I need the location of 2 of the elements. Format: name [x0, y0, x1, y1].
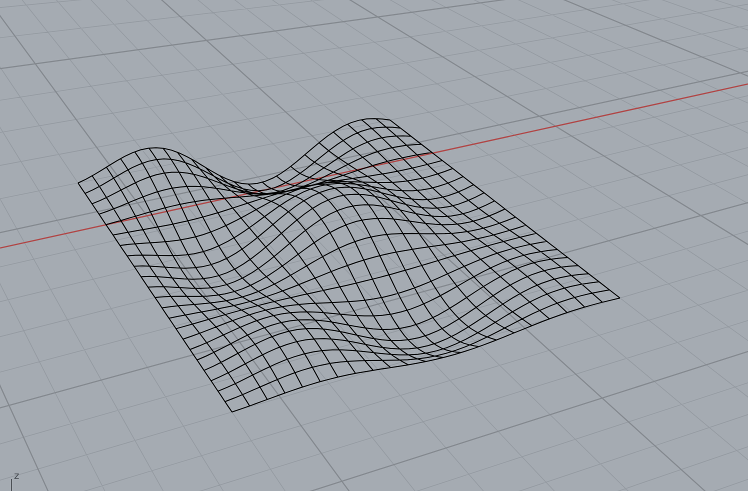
axis-label: z — [14, 472, 20, 482]
z-axis-line — [11, 479, 12, 491]
